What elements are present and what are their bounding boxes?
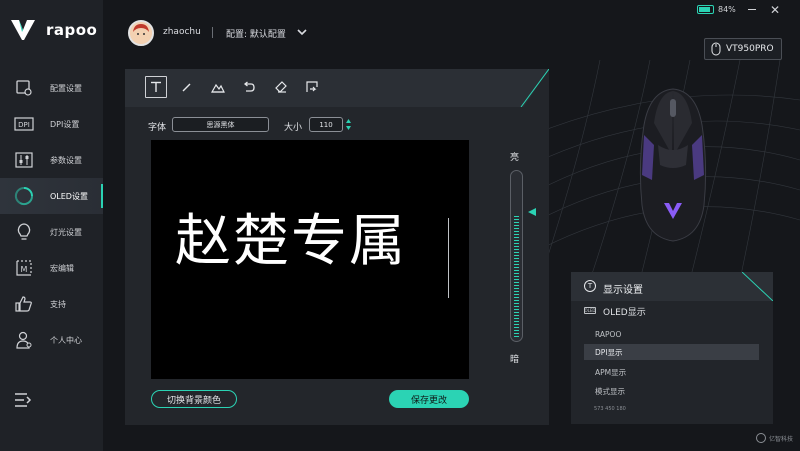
sidebar-item-label: 灯光设置 [50, 227, 82, 237]
bulb-icon [14, 222, 34, 242]
menu-expand-icon[interactable] [14, 392, 32, 408]
oled-display-label: OLED显示 [603, 308, 646, 318]
username: zhaochu [163, 27, 201, 37]
sidebar-item-lighting[interactable]: 灯光设置 [0, 214, 103, 250]
config-selector-label[interactable]: 配置: 默认配置 [226, 27, 286, 40]
sidebar-nav: 配置设置 DPI DPI设置 参数设置 OLED设置 灯光设置 M 宏编辑 支持… [0, 70, 103, 358]
rapoo-logo-icon [11, 20, 35, 40]
size-stepper-icon[interactable] [345, 117, 352, 132]
text-caret [448, 218, 449, 298]
sidebar-item-label: 配置设置 [50, 83, 82, 93]
thumbs-up-icon [14, 294, 34, 314]
brand-logo: rapoo [10, 18, 97, 42]
sidebar-item-oled[interactable]: OLED设置 [0, 178, 103, 214]
display-option-dpi[interactable]: DPI显示 [584, 344, 759, 360]
avatar[interactable] [128, 20, 154, 46]
panel-corner-accent [520, 69, 549, 107]
font-select[interactable]: 思源黑体 [172, 117, 269, 132]
sidebar-item-label: DPI设置 [50, 119, 80, 129]
sidebar-item-label: 个人中心 [50, 335, 82, 345]
brand-name: rapoo [46, 21, 98, 39]
svg-text:DPI: DPI [18, 121, 30, 129]
mouse-device-icon [711, 42, 721, 56]
sidebar: rapoo 配置设置 DPI DPI设置 参数设置 OLED设置 灯光设置 M … [0, 0, 103, 451]
size-label: 大小 [284, 123, 303, 133]
user-icon [14, 330, 34, 350]
display-option-rapoo[interactable]: RAPOO [584, 326, 759, 342]
save-button[interactable]: 保存更改 [389, 390, 469, 408]
toggle-background-button[interactable]: 切换背景颜色 [151, 390, 237, 408]
text-tool-icon[interactable] [145, 76, 167, 98]
watermark-text: 亿智科技 [769, 435, 794, 443]
brightness-slider-fill [514, 214, 519, 337]
sidebar-item-support[interactable]: 支持 [0, 286, 103, 322]
battery-icon [697, 5, 714, 14]
oled-icon [14, 186, 34, 206]
sidebar-item-config[interactable]: 配置设置 [0, 70, 103, 106]
watermark: 亿智科技 [756, 433, 793, 443]
macro-icon: M [14, 258, 34, 278]
svg-text:M: M [21, 265, 28, 274]
battery-percent: 84% [718, 5, 736, 14]
canvas-text[interactable]: 赵楚专属 [175, 214, 407, 270]
close-button[interactable]: ✕ [770, 3, 780, 17]
export-icon[interactable] [301, 76, 323, 98]
display-option-footnote: 573 450 180 [594, 406, 626, 412]
topbar-divider [212, 27, 213, 38]
dpi-icon: DPI [14, 114, 34, 134]
sidebar-item-params[interactable]: 参数设置 [0, 142, 103, 178]
sidebar-item-label: 参数设置 [50, 155, 82, 165]
image-tool-icon[interactable] [207, 76, 229, 98]
watermark-logo-icon [756, 433, 766, 443]
battery-level-fill [699, 7, 710, 12]
device-name: VT950PRO [726, 44, 774, 54]
size-input[interactable]: 110 [309, 117, 343, 132]
battery-status: 84% [697, 5, 736, 14]
brightness-high-label: 亮 [510, 153, 520, 163]
config-icon [14, 78, 34, 98]
display-option-apm[interactable]: APM显示 [584, 364, 759, 380]
sidebar-item-profile[interactable]: 个人中心 [0, 322, 103, 358]
panel-corner-accent [742, 272, 773, 301]
brightness-slider[interactable] [510, 170, 523, 342]
chevron-down-icon[interactable] [296, 27, 308, 37]
brightness-low-label: 暗 [510, 355, 520, 365]
font-label: 字体 [148, 123, 167, 133]
oled-tag-icon: OLED [584, 307, 596, 314]
sliders-icon [14, 150, 34, 170]
sidebar-item-macro[interactable]: M 宏编辑 [0, 250, 103, 286]
device-selector-button[interactable]: VT950PRO [704, 38, 782, 60]
undo-icon[interactable] [238, 76, 260, 98]
eraser-icon[interactable] [270, 76, 292, 98]
sidebar-item-label: 宏编辑 [50, 263, 74, 273]
slider-pointer-icon[interactable] [528, 208, 536, 216]
display-settings-title: 显示设置 [603, 285, 643, 296]
sidebar-item-label: OLED设置 [50, 191, 88, 201]
sidebar-item-label: 支持 [50, 299, 66, 309]
sidebar-item-dpi[interactable]: DPI DPI设置 [0, 106, 103, 142]
pen-tool-icon[interactable] [176, 76, 198, 98]
display-option-mode[interactable]: 模式显示 [584, 383, 759, 399]
text-circle-icon: T [584, 280, 596, 292]
avatar-face-icon [130, 22, 152, 44]
minimize-button[interactable] [748, 9, 756, 10]
mouse-product-image [639, 88, 707, 242]
